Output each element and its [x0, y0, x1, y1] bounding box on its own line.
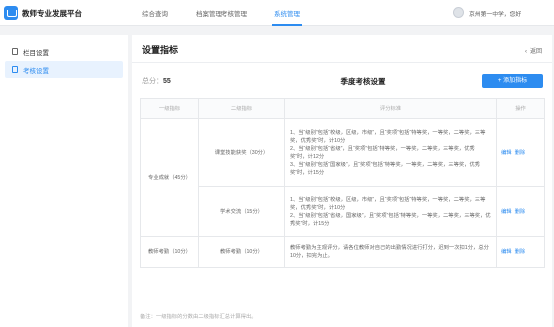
criteria-line: 2、当“级别”包括“省级，国家级”，且“奖项”包括“特等奖，一等奖，二等奖，三等… [290, 212, 491, 227]
sidebar-item-assessment-settings[interactable]: 考核设置 [5, 61, 123, 78]
edit-button[interactable]: 编辑 [501, 150, 512, 156]
header-criteria: 评分标准 [284, 98, 497, 119]
table-row: 专业成就（45分） 课堂技能获奖（30分） 1、当“级别”包括“校级，区级，市级… [140, 118, 545, 237]
sidebar-item-label: 考核设置 [23, 68, 49, 75]
total-label: 总分： [142, 78, 163, 85]
nav-item-system-management[interactable]: 系统管理 [274, 8, 300, 18]
level1-cell: 专业成就（45分） [140, 118, 199, 237]
table-title: 季度考核设置 [340, 77, 386, 86]
level2-cell: 教师考勤（10分） [198, 236, 285, 268]
user-greeting[interactable]: 京州第一中学，您好 [469, 9, 521, 18]
sidebar: 栏目设置 考核设置 [0, 35, 128, 327]
header-level1: 一级指标 [140, 98, 199, 119]
column-icon [12, 48, 18, 55]
criteria-line: 3、当“级别”包括“国家级”，且“奖项”包括“特等奖，一等奖，二等奖，三等奖，优… [290, 161, 481, 176]
criteria-line: 1、当“级别”包括“校级，区级，市级”，且“奖项”包括“特等奖，一等奖，二等奖，… [290, 129, 486, 144]
assessment-icon [12, 66, 18, 73]
header-level2: 二级指标 [198, 98, 285, 119]
main-panel: 设置指标 ‹ 返回 总分：55 季度考核设置 + 添加指标 一级指标 二级指标 评… [132, 35, 552, 327]
table-header-row: 一级指标 二级指标 评分标准 操作 [140, 98, 545, 119]
user-avatar[interactable] [453, 7, 464, 18]
sidebar-item-column-settings[interactable]: 栏目设置 [5, 43, 123, 60]
app-logo-icon [4, 6, 18, 20]
operations-cell: 编辑 删除 [496, 186, 545, 237]
edit-button[interactable]: 编辑 [501, 249, 512, 255]
criteria-line: 1、当“级别”包括“校级，区级，市级”，且“奖项”包括“特等奖，一等奖，二等奖，… [290, 196, 486, 211]
nav-item-assessment-management[interactable]: 考核管理 [221, 8, 247, 18]
delete-button[interactable]: 删除 [515, 249, 526, 255]
header-operations: 操作 [496, 98, 545, 119]
app-title: 教师专业发展平台 [22, 9, 82, 18]
nav-active-indicator [272, 24, 302, 26]
table-row: 学术交流（15分） 1、当“级别”包括“校级，区级，市级”，且“奖项”包括“特等… [141, 186, 545, 237]
sidebar-item-label: 栏目设置 [23, 50, 49, 57]
indicator-table: 一级指标 二级指标 评分标准 操作 专业成就（45分） 课堂技能获奖（30分） … [140, 98, 545, 268]
criteria-line: 教师考勤为主观评分，请各位教师对自己的出勤情况进行打分，迟到一次扣1分，总分10… [290, 245, 489, 259]
chevron-left-icon: ‹ [524, 49, 527, 55]
criteria-cell: 1、当“级别”包括“校级，区级，市级”，且“奖项”包括“特等奖，一等奖，二等奖，… [284, 118, 497, 187]
back-label: 返回 [529, 49, 542, 55]
level2-cell: 学术交流（15分） [198, 186, 285, 237]
operations-cell: 编辑 删除 [496, 118, 545, 187]
total-value: 55 [163, 78, 171, 85]
page-title: 设置指标 [142, 45, 179, 55]
delete-button[interactable]: 删除 [515, 209, 526, 215]
criteria-cell: 1、当“级别”包括“校级，区级，市级”，且“奖项”包括“特等奖，一等奖，二等奖，… [284, 186, 497, 237]
top-navigation-bar: 教师专业发展平台 综合查询 档案管理 考核管理 系统管理 京州第一中学，您好 [0, 0, 554, 26]
level1-cell: 教师考勤（10分） [140, 236, 199, 268]
footer-note: 备注：一级指标的分数由二级指标汇总计算得出。 [140, 314, 257, 320]
delete-button[interactable]: 删除 [515, 150, 526, 156]
table-row: 教师考勤（10分） 教师考勤（10分） 教师考勤为主观评分，请各位教师对自己的出… [140, 236, 545, 268]
criteria-line: 2、当“级别”包括“省级”，且“奖项”包括“特等奖，一等奖，二等奖，三等奖，优秀… [290, 145, 475, 160]
nav-item-comprehensive-query[interactable]: 综合查询 [142, 8, 168, 18]
back-button[interactable]: ‹ 返回 [525, 46, 542, 55]
nav-item-archive-management[interactable]: 档案管理 [196, 8, 222, 18]
add-indicator-button[interactable]: + 添加指标 [482, 74, 543, 88]
total-score: 总分：55 [142, 76, 171, 86]
level2-cell: 课堂技能获奖（30分） [198, 118, 285, 187]
divider [132, 62, 552, 63]
edit-button[interactable]: 编辑 [501, 209, 512, 215]
operations-cell: 编辑 删除 [496, 236, 545, 268]
criteria-cell: 教师考勤为主观评分，请各位教师对自己的出勤情况进行打分，迟到一次扣1分，总分10… [284, 236, 497, 268]
